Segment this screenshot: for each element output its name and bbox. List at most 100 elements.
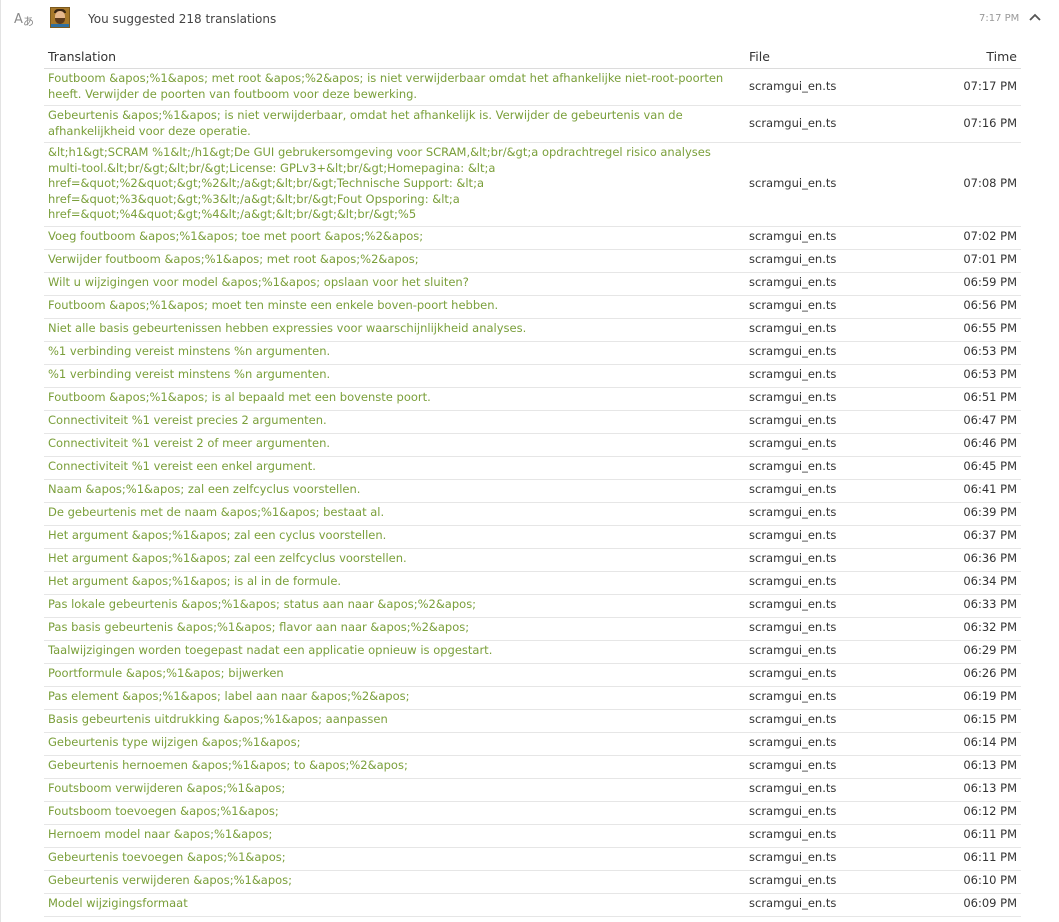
translation-link[interactable]: Hernoem model naar &apos;%1&apos; — [48, 827, 272, 841]
file-cell: scramgui_en.ts — [745, 456, 895, 480]
table-row: De gebeurtenis met de naam &apos;%1&apos… — [44, 502, 1021, 526]
translation-link[interactable]: Connectiviteit %1 vereist een enkel argu… — [48, 459, 316, 473]
table-row: Niet alle basis gebeurtenissen hebben ex… — [44, 318, 1021, 342]
table-row: Connectiviteit %1 vereist precies 2 argu… — [44, 410, 1021, 434]
translation-link[interactable]: Gebeurtenis type wijzigen &apos;%1&apos; — [48, 735, 300, 749]
translation-link[interactable]: Foutsboom verwijderen &apos;%1&apos; — [48, 781, 285, 795]
translation-link[interactable]: Gebeurtenis hernoemen &apos;%1&apos; to … — [48, 758, 408, 772]
table-row: Basis gebeurtenis uitdrukking &apos;%1&a… — [44, 709, 1021, 733]
svg-text:あ: あ — [23, 15, 34, 27]
time-cell: 07:02 PM — [895, 226, 1021, 250]
table-row: Connectiviteit %1 vereist 2 of meer argu… — [44, 433, 1021, 457]
file-cell: scramgui_en.ts — [745, 617, 895, 641]
translation-cell: Pas lokale gebeurtenis &apos;%1&apos; st… — [44, 594, 745, 618]
translation-cell: Wilt u wijzigingen voor model &apos;%1&a… — [44, 272, 745, 296]
translation-link[interactable]: Gebeurtenis toevoegen &apos;%1&apos; — [48, 850, 286, 864]
table-row: Gebeurtenis hernoemen &apos;%1&apos; to … — [44, 755, 1021, 779]
translation-link[interactable]: Foutboom &apos;%1&apos; is al bepaald me… — [48, 390, 431, 404]
table-row: Gebeurtenis &apos;%1&apos; is niet verwi… — [44, 105, 1021, 143]
table-row: Hernoem model naar &apos;%1&apos; scramgu… — [44, 824, 1021, 848]
translation-link[interactable]: Connectiviteit %1 vereist 2 of meer argu… — [48, 436, 330, 450]
time-cell: 06:47 PM — [895, 410, 1021, 434]
translation-link[interactable]: Het argument &apos;%1&apos; zal een zelf… — [48, 551, 407, 565]
translation-link[interactable]: %1 verbinding vereist minstens %n argume… — [48, 344, 330, 358]
time-cell: 06:34 PM — [895, 571, 1021, 595]
translation-link[interactable]: Het argument &apos;%1&apos; zal een cycl… — [48, 528, 386, 542]
translation-cell: Gebeurtenis &apos;%1&apos; is niet verwi… — [44, 105, 745, 143]
time-cell: 07:17 PM — [895, 68, 1021, 106]
column-header-file[interactable]: File — [745, 44, 895, 69]
time-cell: 06:33 PM — [895, 594, 1021, 618]
translation-link[interactable]: Gebeurtenis verwijderen &apos;%1&apos; — [48, 873, 292, 887]
translation-cell: De gebeurtenis met de naam &apos;%1&apos… — [44, 502, 745, 526]
translation-cell: Voeg foutboom &apos;%1&apos; toe met poo… — [44, 226, 745, 250]
file-cell: scramgui_en.ts — [745, 801, 895, 825]
translation-link[interactable]: Poortformule &apos;%1&apos; bijwerken — [48, 666, 284, 680]
translation-link[interactable]: Niet alle basis gebeurtenissen hebben ex… — [48, 321, 526, 335]
translation-link[interactable]: Model wijzigingsformaat — [48, 896, 188, 910]
file-cell: scramgui_en.ts — [745, 410, 895, 434]
time-cell: 06:51 PM — [895, 387, 1021, 411]
file-cell: scramgui_en.ts — [745, 433, 895, 457]
time-cell: 06:37 PM — [895, 525, 1021, 549]
file-cell: scramgui_en.ts — [745, 226, 895, 250]
translation-link[interactable]: Foutsboom toevoegen &apos;%1&apos; — [48, 804, 279, 818]
translation-cell: %1 verbinding vereist minstens %n argume… — [44, 364, 745, 388]
translation-link[interactable]: Gebeurtenis &apos;%1&apos; is niet verwi… — [48, 108, 683, 138]
file-cell: scramgui_en.ts — [745, 318, 895, 342]
file-cell: scramgui_en.ts — [745, 778, 895, 802]
translation-link[interactable]: De gebeurtenis met de naam &apos;%1&apos… — [48, 505, 384, 519]
time-cell: 07:08 PM — [895, 142, 1021, 227]
translation-link[interactable]: Wilt u wijzigingen voor model &apos;%1&a… — [48, 275, 469, 289]
translation-link[interactable]: %1 verbinding vereist minstens %n argume… — [48, 367, 330, 381]
time-cell: 06:14 PM — [895, 732, 1021, 756]
file-cell: scramgui_en.ts — [745, 525, 895, 549]
time-cell: 06:53 PM — [895, 341, 1021, 365]
translation-link[interactable]: Pas basis gebeurtenis &apos;%1&apos; fla… — [48, 620, 469, 634]
collapse-button[interactable] — [1025, 8, 1045, 26]
table-row: Gebeurtenis toevoegen &apos;%1&apos; scra… — [44, 847, 1021, 871]
translation-link[interactable]: Voeg foutboom &apos;%1&apos; toe met poo… — [48, 229, 423, 243]
column-header-translation[interactable]: Translation — [44, 44, 745, 69]
file-cell: scramgui_en.ts — [745, 341, 895, 365]
translation-link[interactable]: Foutboom &apos;%1&apos; moet ten minste … — [48, 298, 498, 312]
time-cell: 06:39 PM — [895, 502, 1021, 526]
table-row: Foutboom &apos;%1&apos; moet ten minste … — [44, 295, 1021, 319]
translation-cell: Gebeurtenis hernoemen &apos;%1&apos; to … — [44, 755, 745, 779]
translation-cell: &lt;h1&gt;SCRAM %1&lt;/h1&gt;De GUI gebr… — [44, 142, 745, 227]
svg-text:A: A — [14, 12, 23, 27]
translation-link[interactable]: Basis gebeurtenis uitdrukking &apos;%1&a… — [48, 712, 388, 726]
table-row: Verwijder foutboom &apos;%1&apos; met ro… — [44, 249, 1021, 273]
translation-cell: Foutboom &apos;%1&apos; met root &apos;%… — [44, 68, 745, 106]
translation-link[interactable]: Connectiviteit %1 vereist precies 2 argu… — [48, 413, 327, 427]
time-cell: 06:45 PM — [895, 456, 1021, 480]
translation-cell: Verwijder foutboom &apos;%1&apos; met ro… — [44, 249, 745, 273]
time-cell: 06:53 PM — [895, 364, 1021, 388]
translation-cell: Foutboom &apos;%1&apos; moet ten minste … — [44, 295, 745, 319]
translation-cell: Poortformule &apos;%1&apos; bijwerken — [44, 663, 745, 687]
translation-link[interactable]: Foutboom &apos;%1&apos; met root &apos;%… — [48, 71, 723, 101]
file-cell: scramgui_en.ts — [745, 824, 895, 848]
translation-link[interactable]: Pas element &apos;%1&apos; label aan naa… — [48, 689, 409, 703]
column-header-time[interactable]: Time — [895, 44, 1021, 69]
translation-link[interactable]: Naam &apos;%1&apos; zal een zelfcyclus v… — [48, 482, 360, 496]
translation-cell: Foutsboom toevoegen &apos;%1&apos; — [44, 801, 745, 825]
file-cell: scramgui_en.ts — [745, 502, 895, 526]
translation-cell: Foutboom &apos;%1&apos; is al bepaald me… — [44, 387, 745, 411]
activity-summary: You suggested 218 translations — [88, 12, 277, 26]
file-cell: scramgui_en.ts — [745, 893, 895, 917]
translation-link[interactable]: Het argument &apos;%1&apos; is al in de … — [48, 574, 341, 588]
table-row: Pas basis gebeurtenis &apos;%1&apos; fla… — [44, 617, 1021, 641]
user-avatar[interactable] — [50, 7, 70, 28]
translation-link[interactable]: Pas lokale gebeurtenis &apos;%1&apos; st… — [48, 597, 476, 611]
translation-cell: Basis gebeurtenis uitdrukking &apos;%1&a… — [44, 709, 745, 733]
translation-link[interactable]: &lt;h1&gt;SCRAM %1&lt;/h1&gt;De GUI gebr… — [48, 145, 711, 221]
translation-cell: Pas element &apos;%1&apos; label aan naa… — [44, 686, 745, 710]
translation-link[interactable]: Verwijder foutboom &apos;%1&apos; met ro… — [48, 252, 419, 266]
activity-header: A あ You suggested 218 translations 7:17 … — [0, 0, 1059, 38]
table-row: Het argument &apos;%1&apos; is al in de … — [44, 571, 1021, 595]
table-row: Pas lokale gebeurtenis &apos;%1&apos; st… — [44, 594, 1021, 618]
translation-link[interactable]: Taalwijzigingen worden toegepast nadat e… — [48, 643, 492, 657]
table-row: Voeg foutboom &apos;%1&apos; toe met poo… — [44, 226, 1021, 250]
time-cell: 06:32 PM — [895, 617, 1021, 641]
